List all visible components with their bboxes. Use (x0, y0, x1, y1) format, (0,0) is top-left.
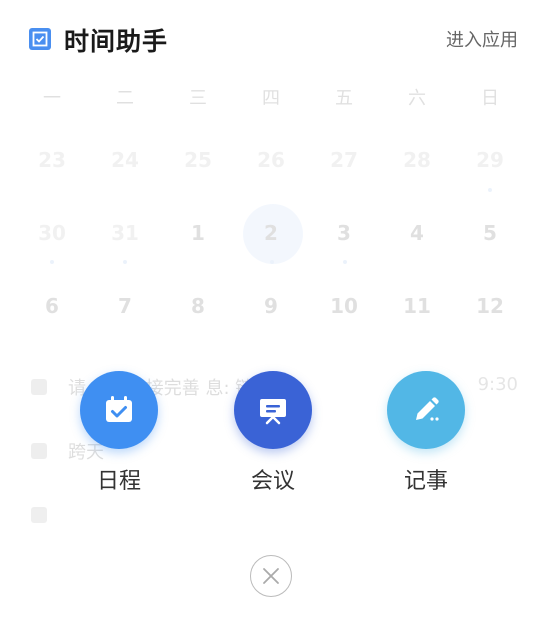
calendar-week-row: 30 31 1 2 3 4 5 (0, 221, 548, 251)
calendar-day[interactable]: 9 (241, 294, 301, 318)
calendar-day[interactable]: 11 (387, 294, 447, 318)
event-dot (488, 188, 492, 192)
calendar-background: 一二三四五六日 23 24 25 26 27 28 29 30 31 1 2 3 4 5 6 7 8 9 10 11 1… (0, 78, 548, 338)
calendar-day[interactable]: 10 (314, 294, 374, 318)
calendar-day[interactable]: 23 (22, 148, 82, 172)
schedule-button[interactable]: 日程 (59, 371, 179, 494)
schedule-circle[interactable] (80, 371, 158, 449)
event-dot (270, 260, 274, 264)
meeting-label: 会议 (250, 469, 295, 494)
calendar-day[interactable]: 27 (314, 148, 374, 172)
enter-app-link[interactable]: 进入应用 (446, 26, 518, 52)
calendar-day[interactable]: 31 (95, 221, 155, 245)
calendar-week-row: 23 24 25 26 27 28 29 (0, 148, 548, 178)
weekday-label: 日 (481, 88, 499, 109)
weekday-label: 六 (408, 88, 426, 109)
calendar-day[interactable]: 1 (168, 221, 228, 245)
event-icon (31, 507, 47, 523)
event-dot (343, 260, 347, 264)
event-dot (50, 260, 54, 264)
close-button[interactable] (250, 555, 292, 597)
notes-circle[interactable] (387, 371, 465, 449)
weekday-label: 一 (43, 88, 61, 109)
close-icon (263, 568, 279, 584)
weekday-label: 三 (189, 88, 207, 109)
calendar-day[interactable]: 29 (460, 148, 520, 172)
weekday-label: 五 (335, 88, 353, 109)
calendar-day[interactable]: 25 (168, 148, 228, 172)
weekday-label: 四 (262, 88, 280, 109)
page-title: 时间助手 (64, 27, 169, 56)
calendar-day[interactable]: 12 (460, 294, 520, 318)
calendar-day[interactable]: 4 (387, 221, 447, 245)
calendar-day[interactable]: 28 (387, 148, 447, 172)
calendar-day[interactable]: 3 (314, 221, 374, 245)
event-icon (31, 379, 47, 395)
calendar-day[interactable]: 2 (241, 221, 301, 245)
event-dot (123, 260, 127, 264)
calendar-day[interactable]: 26 (241, 148, 301, 172)
weekday-label: 二 (116, 88, 134, 109)
event-icon (31, 443, 47, 459)
app-calendar-check-icon (29, 28, 51, 50)
calendar-day[interactable]: 7 (95, 294, 155, 318)
calendar-day[interactable]: 5 (460, 221, 520, 245)
calendar-day[interactable]: 24 (95, 148, 155, 172)
notes-label: 记事 (403, 469, 448, 494)
pencil-icon (416, 397, 439, 421)
header: 时间助手 进入应用 (0, 0, 548, 78)
meeting-circle[interactable] (234, 371, 312, 449)
notes-button[interactable]: 记事 (366, 371, 486, 494)
calendar-week-row: 6 7 8 9 10 11 12 (0, 294, 548, 324)
calendar-day[interactable]: 8 (168, 294, 228, 318)
calendar-check-icon (106, 396, 132, 422)
calendar-day[interactable]: 6 (22, 294, 82, 318)
schedule-label: 日程 (96, 469, 141, 494)
meeting-button[interactable]: 会议 (213, 371, 333, 494)
presentation-board-icon (260, 399, 286, 425)
list-item (0, 502, 548, 532)
weekday-header: 一二三四五六日 (0, 84, 548, 114)
calendar-day[interactable]: 30 (22, 221, 82, 245)
